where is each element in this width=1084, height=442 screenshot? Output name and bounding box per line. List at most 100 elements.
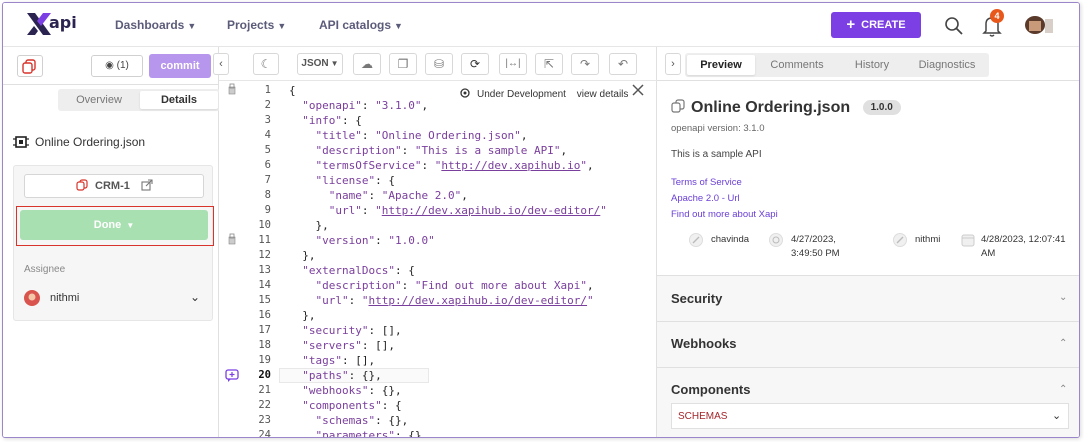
api-title: Online Ordering.json 1.0.0 xyxy=(671,99,901,117)
assignee-select[interactable]: nithmi ⌄ xyxy=(24,290,204,308)
section-webhooks[interactable]: Webhooks ⌃ xyxy=(657,321,1079,367)
code-editor: ‹ ☾ JSON ▼ ☁ ❐ ⛁ ⟳ |↔| ⇱ ↷ ↶ 1 {2 "open… xyxy=(213,47,657,438)
code-line[interactable]: 6 "termsOfService": "http://dev.xapihub.… xyxy=(241,158,657,173)
user-avatar[interactable] xyxy=(1023,13,1057,37)
code-line[interactable]: 12 }, xyxy=(241,248,657,263)
code-line[interactable]: 20 "paths": {}, xyxy=(241,368,657,383)
chevron-up-icon: ⌃ xyxy=(1059,384,1068,395)
line-number: 7 xyxy=(264,174,271,186)
code-line[interactable]: 21 "webhooks": {}, xyxy=(241,383,657,398)
collapse-right-button[interactable]: › xyxy=(665,53,681,75)
undo-button[interactable]: ↶ xyxy=(609,53,637,75)
code-line[interactable]: 7 "license": { xyxy=(241,173,657,188)
cloud-download-icon: ☁ xyxy=(361,57,373,71)
code-content[interactable]: 1{2 "openapi": "3.1.0", 3 "info": {4 "tit… xyxy=(241,83,657,438)
terms-of-service-link[interactable]: Terms of Service xyxy=(671,177,742,188)
left-panel: ◉ (1) commit Overview Details Online Ord… xyxy=(3,47,220,437)
line-number: 22 xyxy=(258,399,271,411)
assignee-label: Assignee xyxy=(24,264,66,275)
fit-width-button[interactable]: |↔| xyxy=(499,53,527,75)
redo-button[interactable]: ↷ xyxy=(571,53,599,75)
overview-details-switch: Overview Details xyxy=(58,89,220,111)
commit-button[interactable]: commit xyxy=(149,54,211,78)
code-line[interactable]: 22 "components": { xyxy=(241,398,657,413)
code-text: "schemas": {}, xyxy=(315,414,409,427)
nav-dashboards-label: Dashboards xyxy=(115,18,185,32)
right-panel: › Preview Comments History Diagnostics O… xyxy=(657,47,1079,437)
copy-icon[interactable] xyxy=(671,99,685,113)
preview-toggle-button[interactable]: ◉ (1) xyxy=(91,55,143,77)
copy-button[interactable]: ❐ xyxy=(389,53,417,75)
code-text: "servers": [], xyxy=(302,339,395,352)
nav-projects[interactable]: Projects ▼ xyxy=(227,18,286,32)
line-number: 4 xyxy=(264,129,271,141)
chevron-down-icon: ⌄ xyxy=(1052,410,1062,422)
created-at-date: 4/27/2023, xyxy=(791,234,836,245)
notification-badge: 4 xyxy=(990,9,1004,23)
code-line[interactable]: 13 "externalDocs": { xyxy=(241,263,657,278)
code-line[interactable]: 11 "version": "1.0.0" xyxy=(241,233,657,248)
fullscreen-button[interactable]: ⇱ xyxy=(535,53,563,75)
code-line[interactable]: 5 "description": "This is a sample API", xyxy=(241,143,657,158)
updated-by-name: nithmi xyxy=(915,234,941,245)
nav-api-catalogs[interactable]: API catalogs ▼ xyxy=(319,18,403,32)
create-button[interactable]: + CREATE xyxy=(831,12,921,38)
tab-details[interactable]: Details xyxy=(140,91,218,109)
comment-add-icon[interactable] xyxy=(225,369,239,383)
tab-preview[interactable]: Preview xyxy=(687,55,755,75)
right-tabs-bar: › Preview Comments History Diagnostics xyxy=(657,47,1079,81)
tab-history[interactable]: History xyxy=(839,55,905,75)
line-number: 24 xyxy=(258,429,271,438)
doc-status-text: Under Development xyxy=(477,89,566,100)
view-details-link[interactable]: view details xyxy=(577,89,629,100)
ticket-link-button[interactable]: CRM-1 xyxy=(24,174,204,198)
code-text: "info": { xyxy=(302,114,362,127)
external-docs-link[interactable]: Find out more about Xapi xyxy=(671,209,778,220)
updated-at-date: 4/28/2023, 12:07:41 xyxy=(981,234,1066,245)
code-text: "version": "1.0.0" xyxy=(315,234,435,247)
chevron-down-icon: ▼ xyxy=(187,21,197,31)
close-icon[interactable] xyxy=(631,83,645,97)
eye-icon: ◉ xyxy=(105,60,114,71)
code-line[interactable]: 3 "info": { xyxy=(241,113,657,128)
code-line[interactable]: 10 }, xyxy=(241,218,657,233)
tab-diagnostics[interactable]: Diagnostics xyxy=(907,55,987,75)
code-line[interactable]: 24 "parameters": {} xyxy=(241,428,657,438)
lock-button[interactable]: ⛁ xyxy=(425,53,453,75)
tab-comments[interactable]: Comments xyxy=(757,55,837,75)
copy-icon: ❐ xyxy=(397,57,409,71)
code-line[interactable]: 17 "security": [], xyxy=(241,323,657,338)
line-number: 21 xyxy=(258,384,271,396)
code-line[interactable]: 8 "name": "Apache 2.0", xyxy=(241,188,657,203)
schemas-accordion[interactable]: SCHEMAS ⌄ xyxy=(671,403,1069,429)
code-line[interactable]: 9 "url": "http://dev.xapihub.io/dev-edit… xyxy=(241,203,657,218)
theme-toggle-button[interactable]: ☾ xyxy=(253,53,279,75)
code-line[interactable]: 14 "description": "Find out more about X… xyxy=(241,278,657,293)
code-line[interactable]: 16 }, xyxy=(241,308,657,323)
code-line[interactable]: 2 "openapi": "3.1.0", xyxy=(241,98,657,113)
duplicate-button[interactable] xyxy=(17,55,43,77)
format-dropdown[interactable]: JSON ▼ xyxy=(297,53,343,75)
code-text: "termsOfService": "http://dev.xapihub.io… xyxy=(315,159,594,172)
api-description: This is a sample API xyxy=(671,149,762,160)
line-number: 15 xyxy=(258,294,271,306)
undo-icon: ↶ xyxy=(617,57,629,71)
license-link[interactable]: Apache 2.0 - Url xyxy=(671,193,740,204)
section-security[interactable]: Security ⌄ xyxy=(657,275,1079,321)
download-button[interactable]: ☁ xyxy=(353,53,381,75)
ticket-card: CRM-1 Done ▼ Assignee nithmi ⌄ xyxy=(13,165,214,321)
nav-dashboards[interactable]: Dashboards ▼ xyxy=(115,18,196,32)
tab-overview[interactable]: Overview xyxy=(60,91,138,109)
code-line[interactable]: 18 "servers": [], xyxy=(241,338,657,353)
code-line[interactable]: 4 "title": "Online Ordering.json", xyxy=(241,128,657,143)
code-text: "security": [], xyxy=(302,324,402,337)
search-icon[interactable] xyxy=(943,15,965,37)
refresh-button[interactable]: ⟳ xyxy=(461,53,489,75)
schemas-label: SCHEMAS xyxy=(678,411,728,422)
code-line[interactable]: 19 "tags": [], xyxy=(241,353,657,368)
code-line[interactable]: 23 "schemas": {}, xyxy=(241,413,657,428)
updated-at-time: AM xyxy=(981,248,996,259)
code-line[interactable]: 15 "url": "http://dev.xapihub.io/dev-edi… xyxy=(241,293,657,308)
collapse-left-button[interactable]: ‹ xyxy=(213,53,229,75)
status-dropdown[interactable]: Done ▼ xyxy=(20,210,208,240)
